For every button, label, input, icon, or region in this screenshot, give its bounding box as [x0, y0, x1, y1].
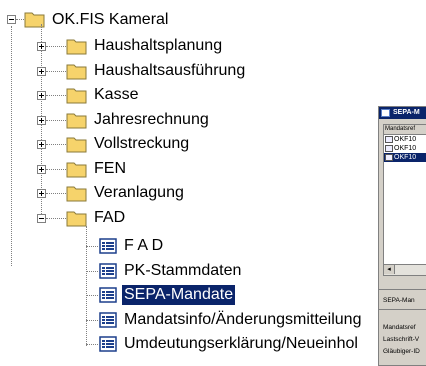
list-item[interactable]: OKF10 [384, 135, 426, 144]
tree-folder[interactable]: Haushaltsausführung [92, 60, 247, 82]
app-icon [381, 109, 390, 117]
form-icon [99, 336, 117, 352]
mandate-list[interactable]: Mandatsref OKF10 OKF10 OKF10 ◂ [383, 124, 426, 276]
form-icon [99, 287, 117, 303]
tree-connector [46, 144, 66, 145]
divider [379, 309, 426, 310]
tree-folder[interactable]: Jahresrechnung [92, 109, 211, 131]
expand-toggle[interactable] [37, 91, 46, 100]
list-item[interactable]: OKF10 [384, 144, 426, 153]
tree-item[interactable]: PK-Stammdaten [122, 260, 243, 282]
tree-connector [46, 217, 66, 219]
tree-folder-label: Haushaltsausführung [94, 61, 246, 79]
tree-item-label-selected: SEPA-Mandate [122, 285, 236, 305]
tree-folder-label: Vollstreckung [94, 135, 190, 152]
tree-item-label: Umdeutungserklärung/Neueinhol [124, 335, 358, 352]
tree-connector [16, 19, 24, 20]
tree-connector [46, 119, 66, 121]
tree-item-label: F A D [124, 237, 164, 254]
tree-folder-label: Veranlagung [94, 184, 184, 201]
tree-connector [86, 246, 98, 247]
form-icon [99, 262, 117, 279]
collapse-toggle[interactable] [7, 15, 16, 24]
divider [379, 289, 426, 290]
sepa-mandate-window[interactable]: SEPA-M Mandatsref OKF10 OKF10 OKF10 ◂ SEPA… [378, 106, 426, 366]
tree-connector [86, 270, 98, 272]
field-label-glaeubiger-id: Gläubiger-ID [383, 348, 420, 355]
tree-folder[interactable]: FEN [92, 158, 128, 180]
expand-toggle[interactable] [37, 164, 46, 174]
tree-connector [46, 168, 66, 170]
tree-folder-label: Haushaltsplanung [94, 37, 223, 54]
window-title: SEPA-M [393, 109, 420, 116]
record-icon [385, 145, 393, 152]
tree-connector [11, 26, 12, 266]
tree-connector [86, 295, 98, 296]
tree-folder[interactable]: Vollstreckung [92, 133, 191, 155]
tree-connector [46, 70, 66, 72]
expand-toggle[interactable] [37, 66, 46, 76]
tree-item-label: Mandatsinfo/Änderungsmitteilung [124, 310, 362, 328]
tree-folder[interactable]: Kasse [92, 84, 140, 106]
tree-folder[interactable]: FAD [92, 207, 127, 229]
tree-connector [46, 95, 66, 96]
form-icon [99, 311, 117, 328]
expand-toggle[interactable] [37, 189, 46, 198]
tree-folder[interactable]: Veranlagung [92, 182, 186, 204]
folder-icon [66, 162, 87, 177]
tree-folder-label: Jahresrechnung [94, 110, 209, 128]
record-icon [385, 154, 393, 161]
collapse-toggle[interactable] [37, 213, 46, 223]
tree-folder-label: Kasse [94, 86, 139, 103]
tree-item[interactable]: Mandatsinfo/Änderungsmitteilung [122, 309, 363, 331]
tree-item-label: PK-Stammdaten [124, 261, 242, 279]
horizontal-scrollbar[interactable]: ◂ [384, 264, 426, 275]
folder-icon [66, 186, 87, 202]
folder-open-icon [66, 211, 87, 226]
field-label-lastschrift: Lastschrift-V [383, 336, 420, 343]
tree-connector [86, 344, 98, 345]
section-label: SEPA-Man [383, 297, 415, 304]
tree-connector [86, 226, 87, 346]
column-header-mandatsref[interactable]: Mandatsref [384, 125, 426, 135]
record-icon [385, 136, 393, 143]
folder-icon [66, 137, 87, 153]
tree-item[interactable]: F A D [122, 235, 165, 257]
list-item[interactable]: OKF10 [384, 153, 426, 162]
folder-icon [66, 39, 87, 55]
scroll-left-button[interactable]: ◂ [384, 265, 395, 274]
form-icon [99, 238, 117, 254]
list-item-text: OKF10 [394, 145, 417, 152]
field-label-mandatsref: Mandatsref [383, 324, 416, 331]
tree-folder-label: FEN [94, 159, 126, 177]
expand-toggle[interactable] [37, 140, 46, 149]
folder-icon [66, 88, 87, 104]
expand-toggle[interactable] [37, 115, 46, 125]
folder-open-icon [24, 12, 45, 28]
tree-item[interactable]: SEPA-Mandate [122, 284, 236, 306]
tree-folder[interactable]: Haushaltsplanung [92, 35, 224, 57]
tree-folder-label: FAD [94, 208, 126, 226]
tree-connector [86, 319, 98, 321]
list-item-text: OKF10 [394, 154, 417, 161]
tree-root-label: OK.FIS Kameral [52, 11, 169, 28]
folder-icon [66, 113, 87, 128]
list-item-text: OKF10 [394, 136, 417, 143]
tree-item[interactable]: Umdeutungserklärung/Neueinhol [122, 333, 360, 355]
tree-root[interactable]: OK.FIS Kameral [50, 9, 170, 31]
expand-toggle[interactable] [37, 42, 46, 51]
tree-connector [46, 46, 66, 47]
tree-connector [46, 193, 66, 194]
navigation-tree: OK.FIS Kameral Haushaltsplanung Haushalts… [0, 0, 426, 360]
folder-icon [66, 64, 87, 79]
window-title-bar[interactable]: SEPA-M [379, 107, 426, 119]
